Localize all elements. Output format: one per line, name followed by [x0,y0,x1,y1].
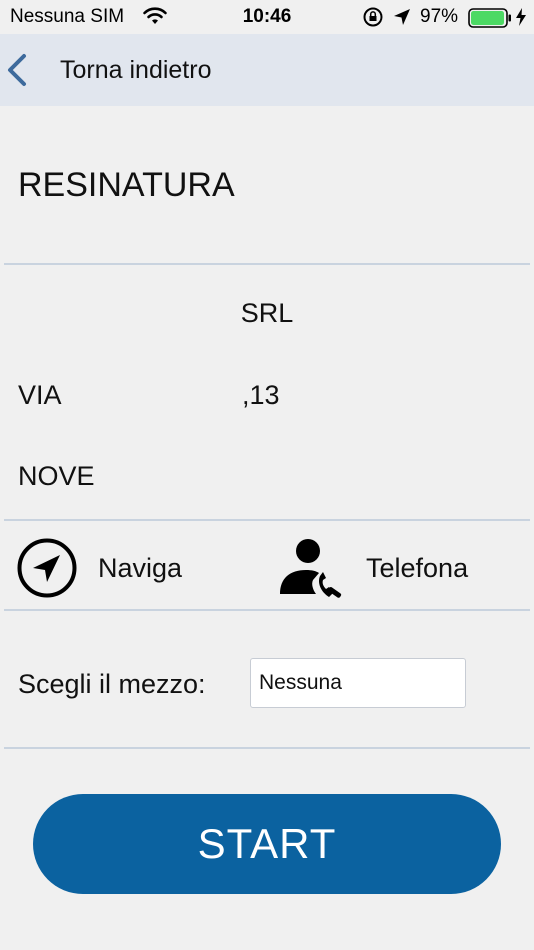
battery-percent: 97% [420,6,459,27]
navigate-label: Naviga [98,552,183,583]
back-button[interactable]: Torna indietro [60,56,211,85]
navigation-arrow-icon [17,538,77,598]
chevron-left-icon[interactable] [4,52,30,88]
divider [4,263,530,265]
vehicle-label: Scegli il mezzo: [18,669,206,699]
battery-icon [468,8,511,28]
start-button[interactable]: START [33,794,501,894]
divider [4,747,530,749]
charging-bolt-icon [516,8,526,26]
address-number: ,13 [242,380,280,410]
company-name: RESINATURA [18,166,235,204]
call-label: Telefona [366,552,469,583]
status-bar: Nessuna SIM 10:46 97% [0,0,534,34]
vehicle-selected-value: Nessuna [259,671,342,694]
location-arrow-icon [394,9,410,25]
divider [4,609,530,611]
divider [4,519,530,521]
person-phone-icon [280,539,342,598]
call-button[interactable]: Telefona [276,532,516,604]
address-street: VIA [18,380,62,410]
vehicle-select[interactable]: Nessuna [250,658,466,708]
navigate-button[interactable]: Naviga [16,532,246,604]
nav-bar: Torna indietro [0,34,534,106]
company-type: SRL [240,298,294,328]
address-city: NOVE [18,461,95,491]
orientation-lock-icon [363,7,383,27]
